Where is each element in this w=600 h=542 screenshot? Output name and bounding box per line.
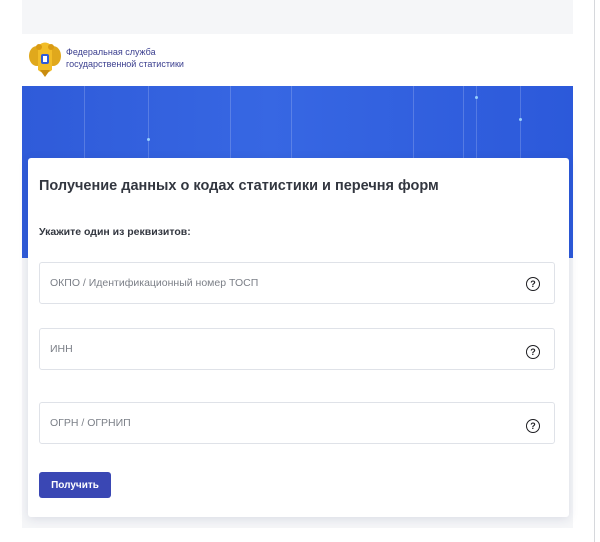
okpo-input[interactable] bbox=[40, 263, 520, 303]
site-header: Федеральная служба государственной стати… bbox=[22, 34, 573, 86]
form-subtitle: Укажите один из реквизитов: bbox=[39, 226, 191, 238]
org-name-line2: государственной статистики bbox=[66, 59, 184, 69]
org-name-line1: Федеральная служба bbox=[66, 47, 156, 57]
ogrn-input[interactable] bbox=[40, 403, 520, 443]
ogrn-field: ? bbox=[39, 402, 555, 444]
question-circle-icon[interactable]: ? bbox=[526, 419, 540, 433]
banner-dot bbox=[475, 96, 478, 99]
inn-field: ? bbox=[39, 328, 555, 370]
submit-button[interactable]: Получить bbox=[39, 472, 111, 498]
scrollbar[interactable] bbox=[594, 0, 595, 542]
org-name: Федеральная служба государственной стати… bbox=[66, 46, 184, 70]
inn-input[interactable] bbox=[40, 329, 520, 369]
question-circle-icon[interactable]: ? bbox=[526, 277, 540, 291]
emblem-icon bbox=[29, 42, 61, 77]
form-title: Получение данных о кодах статистики и пе… bbox=[39, 178, 439, 194]
lookup-form-card: Получение данных о кодах статистики и пе… bbox=[28, 158, 569, 517]
banner-dot bbox=[519, 118, 522, 121]
banner-dot bbox=[147, 138, 150, 141]
question-circle-icon[interactable]: ? bbox=[526, 345, 540, 359]
okpo-field: ? bbox=[39, 262, 555, 304]
